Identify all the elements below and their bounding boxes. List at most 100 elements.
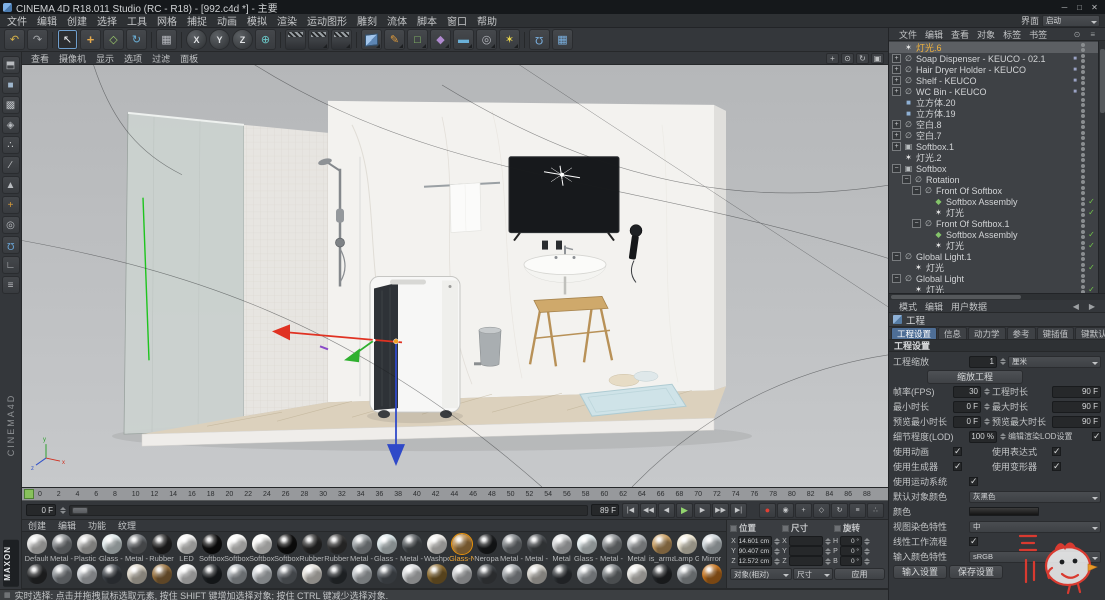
lock-z-axis[interactable]: Z — [232, 29, 253, 50]
material-item[interactable]: Rubber — [299, 534, 324, 563]
menu-item[interactable]: 选择 — [92, 14, 122, 28]
duration-field[interactable]: 90 F — [1052, 385, 1101, 398]
material-thumbnail[interactable] — [476, 564, 497, 584]
material-item[interactable]: Lamp G — [674, 534, 699, 563]
visibility-dots[interactable] — [1081, 76, 1085, 85]
attribute-tab[interactable]: 信息 — [938, 327, 968, 339]
menu-item[interactable]: 运动图形 — [302, 14, 352, 28]
menu-item[interactable]: 网格 — [152, 14, 182, 28]
enable-axis-button[interactable]: + — [1, 196, 20, 214]
material-item[interactable]: Washpo — [424, 534, 449, 563]
minimize-button[interactable]: ─ — [1057, 1, 1072, 13]
visibility-dots[interactable] — [1081, 197, 1085, 206]
enable-check-icon[interactable]: ✓ — [1087, 241, 1096, 250]
visibility-dots[interactable] — [1081, 43, 1085, 52]
object-tree-item[interactable]: + ∅ Soap Dispenser - KEUCO - 02.1 ■ — [889, 53, 1105, 64]
material-item[interactable] — [299, 564, 324, 584]
menu-item[interactable]: 流体 — [382, 14, 412, 28]
visibility-dots[interactable] — [1081, 263, 1085, 272]
object-tree-item[interactable]: ✶ 灯光.2 — [889, 152, 1105, 163]
size-value-field[interactable] — [789, 536, 823, 546]
visibility-dots[interactable] — [1081, 109, 1085, 118]
material-thumbnail[interactable] — [626, 534, 647, 554]
material-item[interactable] — [24, 564, 49, 584]
viewport-menu-item[interactable]: 摄像机 — [54, 52, 91, 65]
material-thumbnail[interactable] — [576, 564, 597, 584]
preview-max-field[interactable]: 90 F — [1052, 415, 1101, 428]
color-swatch[interactable] — [969, 507, 1039, 516]
workplane-mode-button[interactable]: ◈ — [1, 116, 20, 134]
material-item[interactable] — [574, 564, 599, 584]
rotation-value-field[interactable]: 0 ° — [840, 536, 862, 546]
material-item[interactable]: Metal - — [399, 534, 424, 563]
visibility-dots[interactable] — [1081, 131, 1085, 140]
material-item[interactable] — [649, 564, 674, 584]
enable-check-icon[interactable]: ✓ — [1087, 230, 1096, 239]
enable-check-icon[interactable]: ✓ — [1087, 285, 1096, 293]
viewport-menu-item[interactable]: 过滤 — [147, 52, 175, 65]
object-tree-item[interactable]: − ∅ Front Of Softbox — [889, 185, 1105, 196]
material-thumbnail[interactable] — [501, 564, 522, 584]
material-item[interactable] — [124, 564, 149, 584]
material-item[interactable] — [174, 564, 199, 584]
material-item[interactable] — [599, 564, 624, 584]
material-thumbnail[interactable] — [101, 564, 122, 584]
default-object-color-select[interactable]: 灰黑色 — [969, 490, 1101, 503]
material-item[interactable]: Glass - t — [374, 534, 399, 563]
object-manager-scrollbar[interactable] — [1098, 41, 1105, 293]
material-thumbnail[interactable] — [126, 564, 147, 584]
object-manager-menu-item[interactable]: 文件 — [895, 28, 921, 41]
record-position-toggle[interactable]: + — [795, 502, 812, 518]
material-item[interactable] — [624, 564, 649, 584]
menu-item[interactable]: 文件 — [2, 14, 32, 28]
material-thumbnail[interactable] — [151, 564, 172, 584]
object-tree-item[interactable]: − ▣ Softbox — [889, 163, 1105, 174]
material-item[interactable] — [699, 564, 724, 584]
add-deformer-menu[interactable]: ◆ — [430, 29, 451, 50]
enable-quantize-button[interactable]: ∟ — [1, 256, 20, 274]
material-thumbnail[interactable] — [601, 534, 622, 554]
attribute-menu-item[interactable]: 用户数据 — [947, 300, 991, 313]
search-icon[interactable]: ⊙ — [1070, 30, 1085, 39]
workplane-toggle[interactable]: ▦ — [552, 29, 573, 50]
portable-ac-unit[interactable] — [367, 276, 463, 424]
material-item[interactable] — [249, 564, 274, 584]
material-item[interactable] — [274, 564, 299, 584]
material-thumbnail[interactable] — [376, 534, 397, 554]
attribute-tab[interactable]: 参考 — [1006, 327, 1036, 339]
material-thumbnail[interactable] — [476, 534, 497, 554]
material-thumbnail[interactable] — [226, 534, 247, 554]
expand-toggle-icon[interactable]: − — [892, 164, 901, 173]
material-item[interactable] — [99, 564, 124, 584]
record-point-level-toggle[interactable]: ∴ — [867, 502, 884, 518]
frame-stepper[interactable] — [59, 506, 66, 514]
add-light-menu[interactable]: ✶ — [499, 29, 520, 50]
material-item[interactable] — [449, 564, 474, 584]
use-generators-checkbox[interactable] — [953, 461, 962, 472]
material-item[interactable] — [49, 564, 74, 584]
input-color-profile-select[interactable]: sRGB — [969, 550, 1101, 563]
material-item[interactable]: Softbox — [224, 534, 249, 563]
goto-end-button[interactable]: ▶| — [730, 502, 747, 518]
material-item[interactable] — [524, 564, 549, 584]
layout-select[interactable]: 启动 — [1042, 14, 1100, 27]
attribute-tab[interactable]: 键插值 — [1036, 327, 1075, 339]
material-thumbnail[interactable] — [401, 534, 422, 554]
material-thumbnail[interactable] — [51, 534, 72, 554]
object-tree-item[interactable]: − ∅ Front Of Softbox.1 — [889, 218, 1105, 229]
material-item[interactable]: Mirror — [699, 534, 724, 563]
material-thumbnail[interactable] — [201, 534, 222, 554]
add-generator-menu[interactable]: □ — [407, 29, 428, 50]
texture-tag-icon[interactable]: ■ — [1071, 67, 1079, 73]
object-manager-menu-item[interactable]: 书签 — [1025, 28, 1051, 41]
object-tree-item[interactable]: + ∅ 空白.7 — [889, 130, 1105, 141]
timeline-slider[interactable] — [69, 504, 588, 516]
material-thumbnail[interactable] — [276, 564, 297, 584]
menu-item[interactable]: 帮助 — [472, 14, 502, 28]
material-item[interactable]: LED — [174, 534, 199, 563]
position-value-field[interactable]: 114.601 cm — [738, 536, 772, 546]
material-item[interactable]: Metal - — [524, 534, 549, 563]
material-item[interactable] — [549, 564, 574, 584]
prev-key-button[interactable]: ◀◀ — [640, 502, 657, 518]
viewport-rotate-icon[interactable]: ↻ — [856, 52, 869, 64]
